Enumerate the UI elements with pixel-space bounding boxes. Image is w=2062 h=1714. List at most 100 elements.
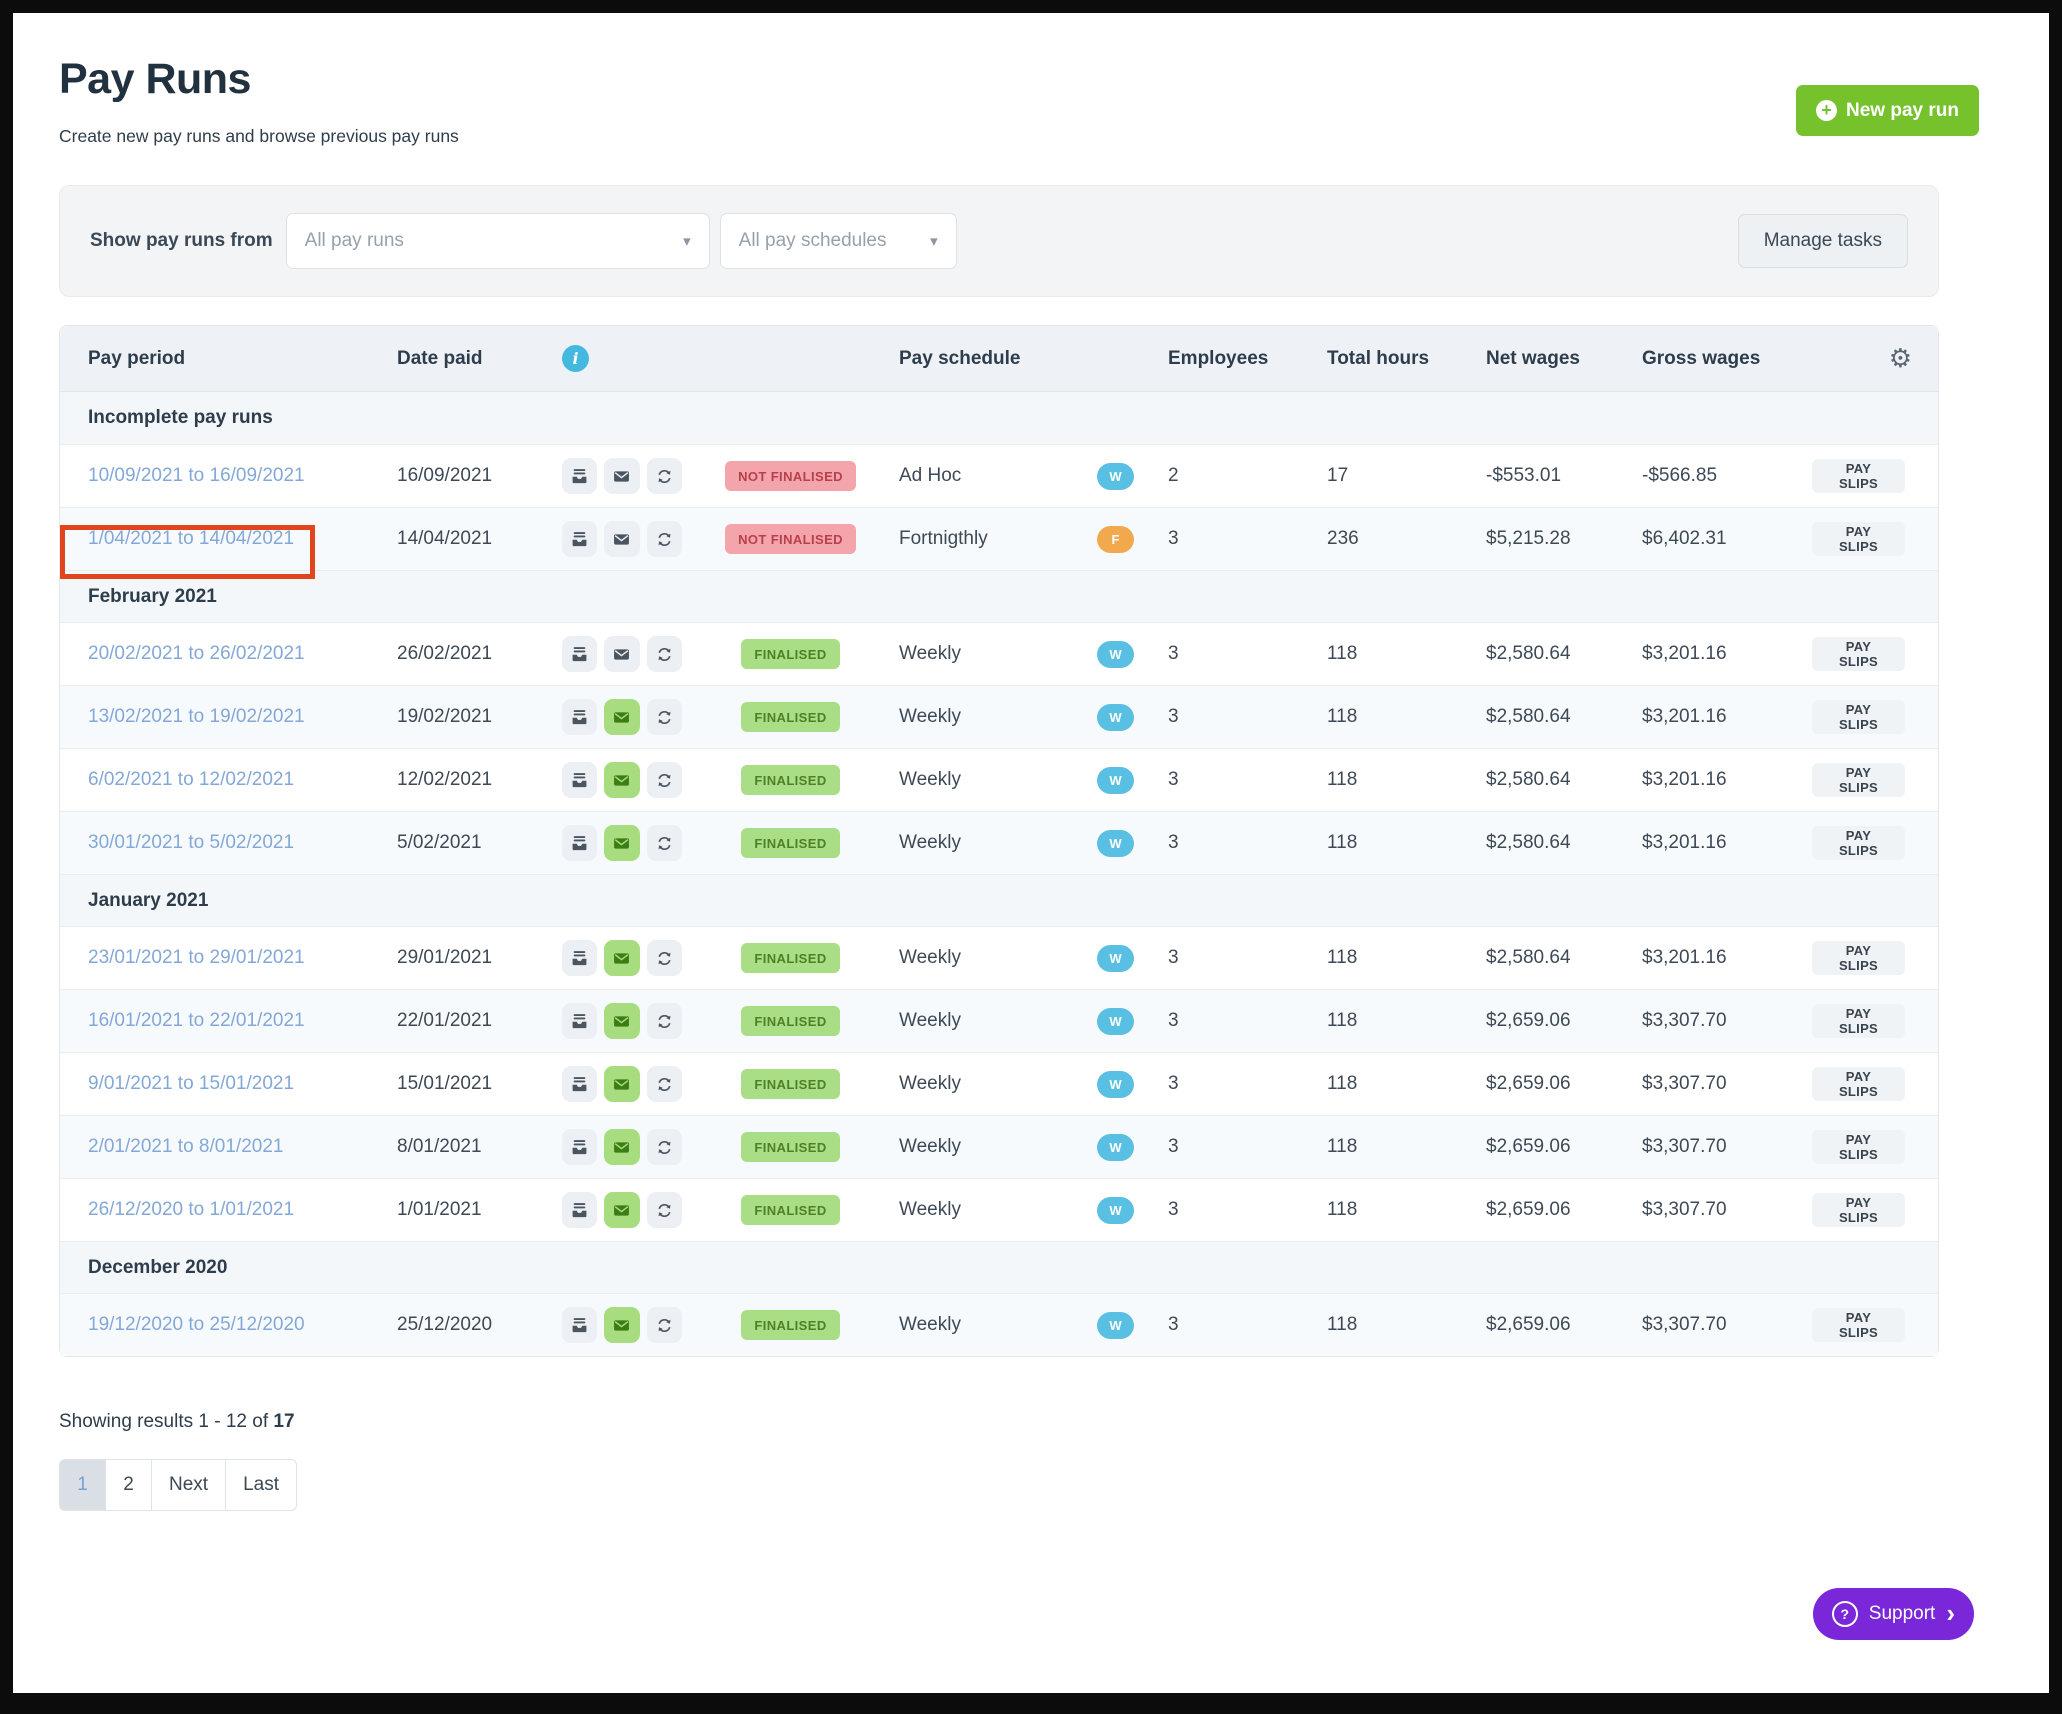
- pay-period-link[interactable]: 30/01/2021 to 5/02/2021: [88, 832, 294, 853]
- support-button[interactable]: ? Support ›: [1813, 1588, 1974, 1640]
- pay-slips-button[interactable]: PAY SLIPS: [1812, 1130, 1905, 1164]
- pay-period-link[interactable]: 16/01/2021 to 22/01/2021: [88, 1010, 305, 1031]
- row-action-icons: [562, 1192, 682, 1228]
- journal-icon[interactable]: [562, 699, 597, 735]
- status-badge: FINALISED: [741, 828, 839, 858]
- recurring-icon[interactable]: [647, 1066, 682, 1102]
- date-paid-cell: 25/12/2020: [397, 1314, 562, 1336]
- pagination-1[interactable]: 1: [59, 1459, 106, 1511]
- recurring-icon[interactable]: [647, 1003, 682, 1039]
- net-wages-cell: $2,580.64: [1486, 832, 1642, 854]
- pay-period-link[interactable]: 23/01/2021 to 29/01/2021: [88, 947, 305, 968]
- net-wages-cell: $2,580.64: [1486, 947, 1642, 969]
- results-prefix: Showing results 1 - 12 of: [59, 1411, 268, 1432]
- journal-icon[interactable]: [562, 762, 597, 798]
- journal-icon[interactable]: [562, 1129, 597, 1165]
- email-icon[interactable]: [604, 1307, 639, 1343]
- recurring-icon[interactable]: [647, 1307, 682, 1343]
- pay-schedules-dropdown[interactable]: All pay schedules ▾: [720, 213, 957, 269]
- schedule-code-pill: W: [1097, 641, 1134, 668]
- email-icon[interactable]: [604, 940, 639, 976]
- pay-slips-button[interactable]: PAY SLIPS: [1812, 1308, 1905, 1342]
- gross-wages-cell: $3,307.70: [1642, 1010, 1812, 1032]
- journal-icon[interactable]: [562, 1003, 597, 1039]
- journal-icon[interactable]: [562, 521, 597, 557]
- email-icon[interactable]: [604, 521, 639, 557]
- email-icon[interactable]: [604, 636, 639, 672]
- question-mark-icon: ?: [1832, 1601, 1858, 1627]
- pay-schedule-cell: Weekly: [899, 947, 1097, 969]
- journal-icon[interactable]: [562, 458, 597, 494]
- journal-icon[interactable]: [562, 825, 597, 861]
- email-icon[interactable]: [604, 1066, 639, 1102]
- pagination-last[interactable]: Last: [225, 1459, 297, 1511]
- pay-slips-button[interactable]: PAY SLIPS: [1812, 763, 1905, 797]
- manage-tasks-button[interactable]: Manage tasks: [1738, 214, 1908, 268]
- pay-period-link[interactable]: 20/02/2021 to 26/02/2021: [88, 643, 305, 664]
- email-icon[interactable]: [604, 762, 639, 798]
- row-action-icons: [562, 1003, 682, 1039]
- pay-slips-button[interactable]: PAY SLIPS: [1812, 700, 1905, 734]
- pay-period-link[interactable]: 9/01/2021 to 15/01/2021: [88, 1073, 294, 1094]
- journal-icon[interactable]: [562, 940, 597, 976]
- row-action-icons: [562, 940, 682, 976]
- recurring-icon[interactable]: [647, 1129, 682, 1165]
- table-row: 19/12/2020 to 25/12/2020 25/12/2020: [60, 1293, 1938, 1356]
- pay-period-link[interactable]: 10/09/2021 to 16/09/2021: [88, 465, 305, 486]
- email-icon[interactable]: [604, 1003, 639, 1039]
- pay-period-link[interactable]: 26/12/2020 to 1/01/2021: [88, 1199, 294, 1220]
- date-paid-cell: 5/02/2021: [397, 832, 562, 854]
- pay-slips-button[interactable]: PAY SLIPS: [1812, 522, 1905, 556]
- pay-runs-dropdown[interactable]: All pay runs ▾: [286, 213, 710, 269]
- recurring-icon[interactable]: [647, 825, 682, 861]
- net-wages-cell: $2,659.06: [1486, 1136, 1642, 1158]
- schedule-code-pill: F: [1097, 526, 1134, 553]
- pay-period-link[interactable]: 13/02/2021 to 19/02/2021: [88, 706, 305, 727]
- recurring-icon[interactable]: [647, 940, 682, 976]
- recurring-icon[interactable]: [647, 636, 682, 672]
- pagination-2[interactable]: 2: [105, 1459, 152, 1511]
- journal-icon[interactable]: [562, 1307, 597, 1343]
- recurring-icon[interactable]: [647, 458, 682, 494]
- pay-schedule-cell: Weekly: [899, 1314, 1097, 1336]
- journal-icon[interactable]: [562, 1066, 597, 1102]
- col-header-date-paid: Date paid: [397, 348, 562, 370]
- email-icon[interactable]: [604, 825, 639, 861]
- pay-slips-button[interactable]: PAY SLIPS: [1812, 1193, 1905, 1227]
- pay-period-link[interactable]: 6/02/2021 to 12/02/2021: [88, 769, 294, 790]
- pagination-next[interactable]: Next: [151, 1459, 226, 1511]
- pay-slips-button[interactable]: PAY SLIPS: [1812, 459, 1905, 493]
- email-icon[interactable]: [604, 1192, 639, 1228]
- gear-icon[interactable]: ⚙: [1889, 346, 1938, 372]
- info-icon[interactable]: i: [562, 345, 589, 372]
- col-header-employees: Employees: [1168, 348, 1327, 370]
- status-badge: FINALISED: [741, 639, 839, 669]
- pay-period-link[interactable]: 19/12/2020 to 25/12/2020: [88, 1314, 305, 1335]
- recurring-icon[interactable]: [647, 521, 682, 557]
- journal-icon[interactable]: [562, 636, 597, 672]
- pay-slips-button[interactable]: PAY SLIPS: [1812, 637, 1905, 671]
- pay-slips-button[interactable]: PAY SLIPS: [1812, 826, 1905, 860]
- email-icon[interactable]: [604, 1129, 639, 1165]
- pay-slips-button[interactable]: PAY SLIPS: [1812, 941, 1905, 975]
- pay-period-link[interactable]: 2/01/2021 to 8/01/2021: [88, 1136, 283, 1157]
- new-pay-run-button[interactable]: + New pay run: [1796, 85, 1979, 136]
- email-icon[interactable]: [604, 699, 639, 735]
- table-body: Incomplete pay runs 10/09/2021 to 16/09/…: [60, 392, 1938, 1356]
- pay-slips-button[interactable]: PAY SLIPS: [1812, 1067, 1905, 1101]
- email-icon[interactable]: [604, 458, 639, 494]
- results-total: 17: [273, 1411, 294, 1432]
- pay-period-link[interactable]: 1/04/2021 to 14/04/2021: [88, 528, 294, 549]
- row-action-icons: [562, 762, 682, 798]
- pay-slips-button[interactable]: PAY SLIPS: [1812, 1004, 1905, 1038]
- recurring-icon[interactable]: [647, 762, 682, 798]
- status-badge: FINALISED: [741, 702, 839, 732]
- pay-schedule-cell: Weekly: [899, 769, 1097, 791]
- status-badge: FINALISED: [741, 1310, 839, 1340]
- pay-period-cell: 1/04/2021 to 14/04/2021: [60, 528, 397, 550]
- recurring-icon[interactable]: [647, 699, 682, 735]
- recurring-icon[interactable]: [647, 1192, 682, 1228]
- journal-icon[interactable]: [562, 1192, 597, 1228]
- date-paid-cell: 16/09/2021: [397, 465, 562, 487]
- new-pay-run-label: New pay run: [1846, 100, 1959, 122]
